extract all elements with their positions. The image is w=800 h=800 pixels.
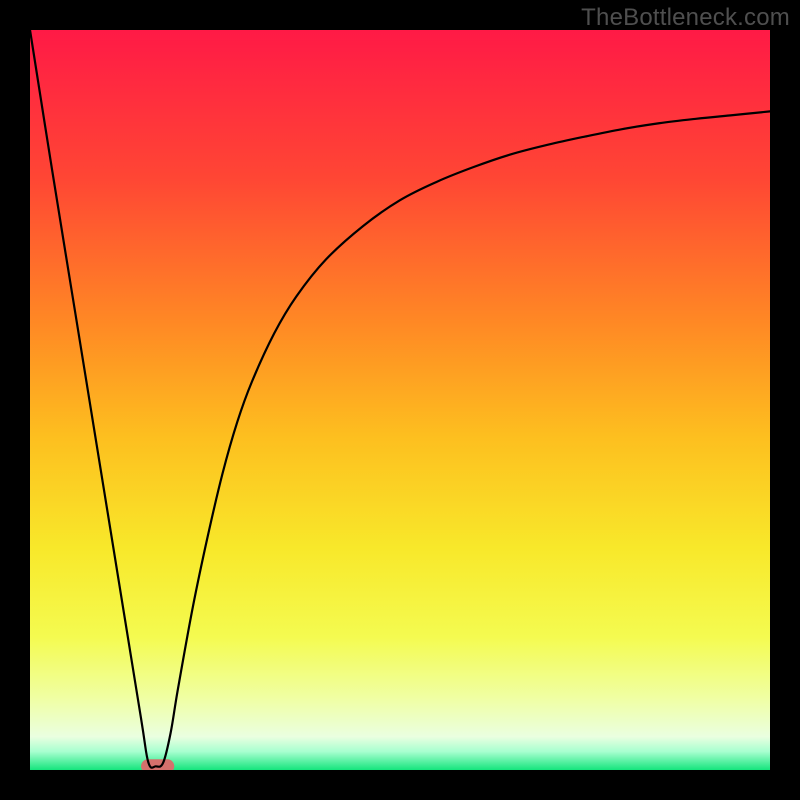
watermark-text: TheBottleneck.com — [581, 4, 790, 32]
chart-svg — [30, 30, 770, 770]
optimal-marker — [141, 759, 174, 770]
plot-area — [30, 30, 770, 770]
gradient-background — [30, 30, 770, 770]
chart-frame: TheBottleneck.com — [0, 0, 800, 800]
